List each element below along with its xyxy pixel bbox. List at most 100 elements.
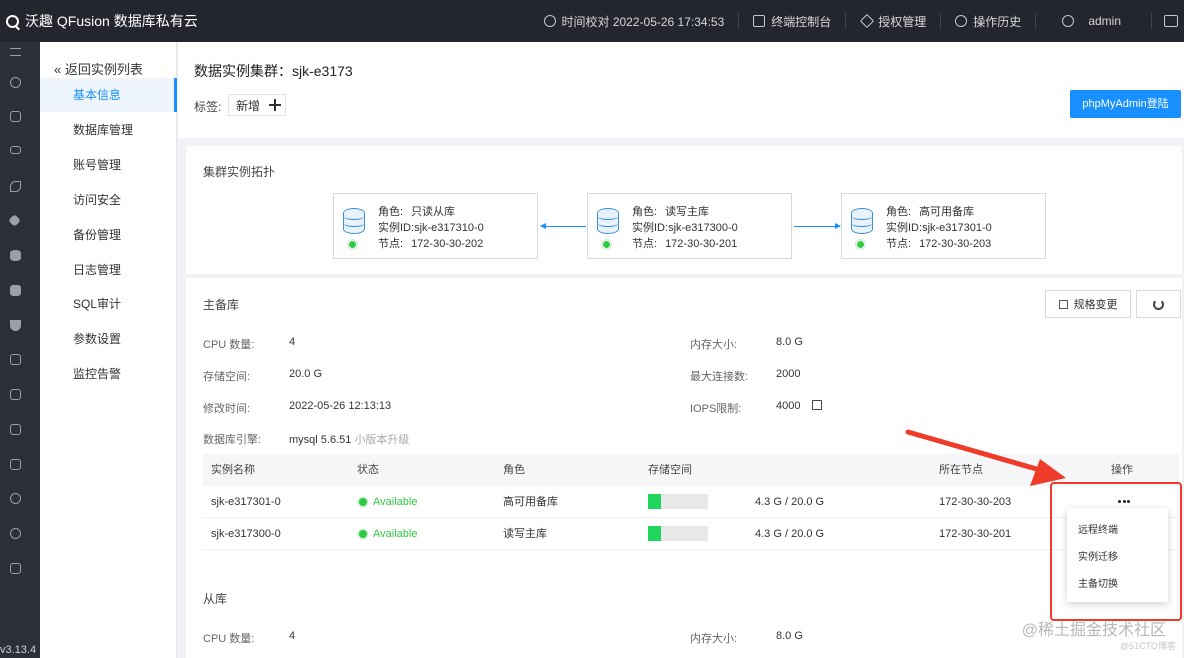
qfusion-logo-icon — [6, 14, 19, 28]
operation-history-button[interactable]: 操作历史 — [941, 0, 1035, 42]
page-header: 数据实例集群：sjk-e3173 标签: 新增 phpMyAdmin登陆 — [178, 42, 1184, 138]
instance-node: 172-30-30-201 — [939, 528, 1012, 540]
table-row: sjk-e317300-0 Available 读写主库 4.3 G / 20.… — [203, 518, 1179, 550]
status-dot — [856, 240, 865, 249]
main-content: 数据实例集群：sjk-e3173 标签: 新增 phpMyAdmin登陆 集群实… — [178, 42, 1184, 658]
back-link-label: 返回实例列表 — [64, 62, 143, 77]
database-icon — [597, 208, 619, 234]
edit-iops-icon[interactable] — [812, 400, 822, 410]
menu-toggle-icon[interactable] — [10, 48, 21, 56]
document-icon[interactable] — [10, 354, 21, 365]
menu-item-basic-info[interactable]: 基本信息 — [40, 78, 177, 112]
time-sync-button[interactable]: 时间校对 2022-05-26 17:34:53 — [532, 0, 739, 42]
node-host: 172-30-30-201 — [665, 238, 738, 250]
replica-title: 从库 — [203, 592, 228, 606]
minor-upgrade-link[interactable]: 小版本升级 — [354, 434, 409, 446]
license-management-button[interactable]: 授权管理 — [846, 0, 940, 42]
plus-icon — [269, 99, 281, 111]
tag-icon[interactable] — [10, 111, 21, 122]
replica-cpu-value: 4 — [289, 630, 296, 642]
briefcase-icon[interactable] — [10, 424, 21, 435]
cpu-key: CPU 数量: — [203, 339, 255, 351]
menu-item-backup-management[interactable]: 备份管理 — [40, 218, 177, 252]
iops-value: 4000 — [776, 400, 801, 412]
cpu-value: 4 — [289, 336, 296, 348]
primary-standby-title: 主备库 — [203, 298, 240, 312]
refresh-button[interactable] — [1136, 290, 1181, 318]
double-chevron-left-icon: « — [54, 62, 62, 77]
add-tag-label: 新增 — [236, 98, 261, 113]
brand[interactable]: 沃趣 QFusion 数据库私有云 — [0, 11, 198, 31]
max-connections-key: 最大连接数: — [690, 371, 749, 383]
menu-item-sql-audit[interactable]: SQL审计 — [40, 287, 177, 321]
top-bar: 沃趣 QFusion 数据库私有云 时间校对 2022-05-26 17:34:… — [0, 0, 1184, 42]
node-instance-id: sjk-e317301-0 — [922, 222, 992, 234]
status-badge: Available — [359, 486, 417, 518]
table-row: sjk-e317301-0 Available 高可用备库 4.3 G / 20… — [203, 486, 1179, 518]
node-role: 读写主库 — [665, 206, 710, 218]
table-header: 实例名称 状态 角色 存储空间 所在节点 操作 — [203, 454, 1179, 486]
database-icon[interactable] — [10, 250, 21, 261]
spec-change-label: 规格变更 — [1073, 299, 1118, 311]
topology-node-standby[interactable]: 角色: 高可用备库 实例ID:sjk-e317301-0 节点: 172-30-… — [841, 193, 1046, 259]
back-to-instance-list-link[interactable]: « 返回实例列表 — [54, 59, 143, 78]
operation-history-label: 操作历史 — [973, 14, 1022, 29]
instance-name: sjk-e317300-0 — [211, 528, 281, 540]
save-icon[interactable] — [10, 459, 21, 470]
terminal-console-button[interactable]: 终端控制台 — [739, 0, 845, 42]
storage-usage-text: 4.3 G / 20.0 G — [755, 496, 825, 508]
menu-item-monitoring-alerts[interactable]: 监控告警 — [40, 357, 177, 391]
refresh-icon — [1153, 298, 1164, 310]
shield-icon[interactable] — [10, 320, 21, 331]
node-host: 172-30-30-203 — [919, 238, 992, 250]
monitor-icon — [753, 15, 766, 27]
topology-node-readonly[interactable]: 角色: 只读从库 实例ID:sjk-e317310-0 节点: 172-30-3… — [333, 193, 538, 259]
column-header-name: 实例名称 — [211, 464, 255, 476]
instance-id-key: 实例ID: — [886, 222, 923, 234]
memory-key: 内存大小: — [690, 339, 738, 351]
robot-icon[interactable] — [10, 493, 21, 504]
watermark: @稀土掘金技术社区 — [1021, 622, 1166, 639]
topology-node-primary[interactable]: 角色: 读写主库 实例ID:sjk-e317300-0 节点: 172-30-3… — [587, 193, 792, 259]
menu-item-parameters[interactable]: 参数设置 — [40, 322, 177, 356]
page-title: 数据实例集群：sjk-e3173 — [194, 63, 353, 79]
role-key: 角色: — [632, 206, 658, 218]
menu-item-account-management[interactable]: 账号管理 — [40, 148, 177, 182]
add-tag-button[interactable]: 新增 — [228, 94, 286, 116]
status-text: Available — [373, 528, 418, 540]
instance-node: 172-30-30-203 — [939, 496, 1012, 508]
column-header-storage: 存储空间 — [648, 464, 692, 476]
language-switch[interactable] — [1152, 0, 1184, 42]
node-instance-id: sjk-e317310-0 — [414, 222, 484, 234]
pin-icon[interactable] — [10, 181, 21, 192]
time-sync-label: 时间校对 2022-05-26 17:34:53 — [561, 14, 725, 29]
icon-rail: v3.13.4 — [0, 42, 40, 658]
column-header-node: 所在节点 — [939, 464, 983, 476]
clock-icon — [543, 15, 556, 27]
link-icon[interactable] — [10, 146, 21, 154]
database-icon — [343, 208, 365, 234]
dashboard-icon[interactable] — [10, 77, 21, 88]
status-dot — [359, 498, 367, 506]
storage-usage-bar — [648, 526, 708, 541]
replica-memory-key: 内存大小: — [690, 633, 738, 645]
language-icon — [1164, 15, 1178, 27]
storage-usage-bar — [648, 494, 708, 509]
cube-icon[interactable] — [10, 285, 21, 296]
report-icon[interactable] — [10, 563, 21, 574]
menu-item-log-management[interactable]: 日志管理 — [40, 253, 177, 287]
monitor-icon[interactable] — [10, 389, 21, 400]
menu-item-database-management[interactable]: 数据库管理 — [40, 113, 177, 147]
user-name: admin — [1088, 14, 1121, 28]
instance-role: 读写主库 — [503, 528, 547, 540]
user-menu[interactable]: admin — [1036, 0, 1151, 42]
app-title: 沃趣 QFusion 数据库私有云 — [25, 13, 198, 29]
engine-value: mysql 5.6.51 — [289, 434, 352, 446]
menu-item-access-security[interactable]: 访问安全 — [40, 183, 177, 217]
status-text: Available — [373, 496, 418, 508]
user-icon[interactable] — [10, 528, 21, 539]
layers-icon[interactable] — [8, 214, 21, 227]
instance-submenu: « 返回实例列表 基本信息 数据库管理 账号管理 访问安全 备份管理 日志管理 … — [40, 42, 177, 658]
phpmyadmin-login-button[interactable]: phpMyAdmin登陆 — [1070, 90, 1181, 118]
spec-change-button[interactable]: 规格变更 — [1045, 290, 1131, 318]
